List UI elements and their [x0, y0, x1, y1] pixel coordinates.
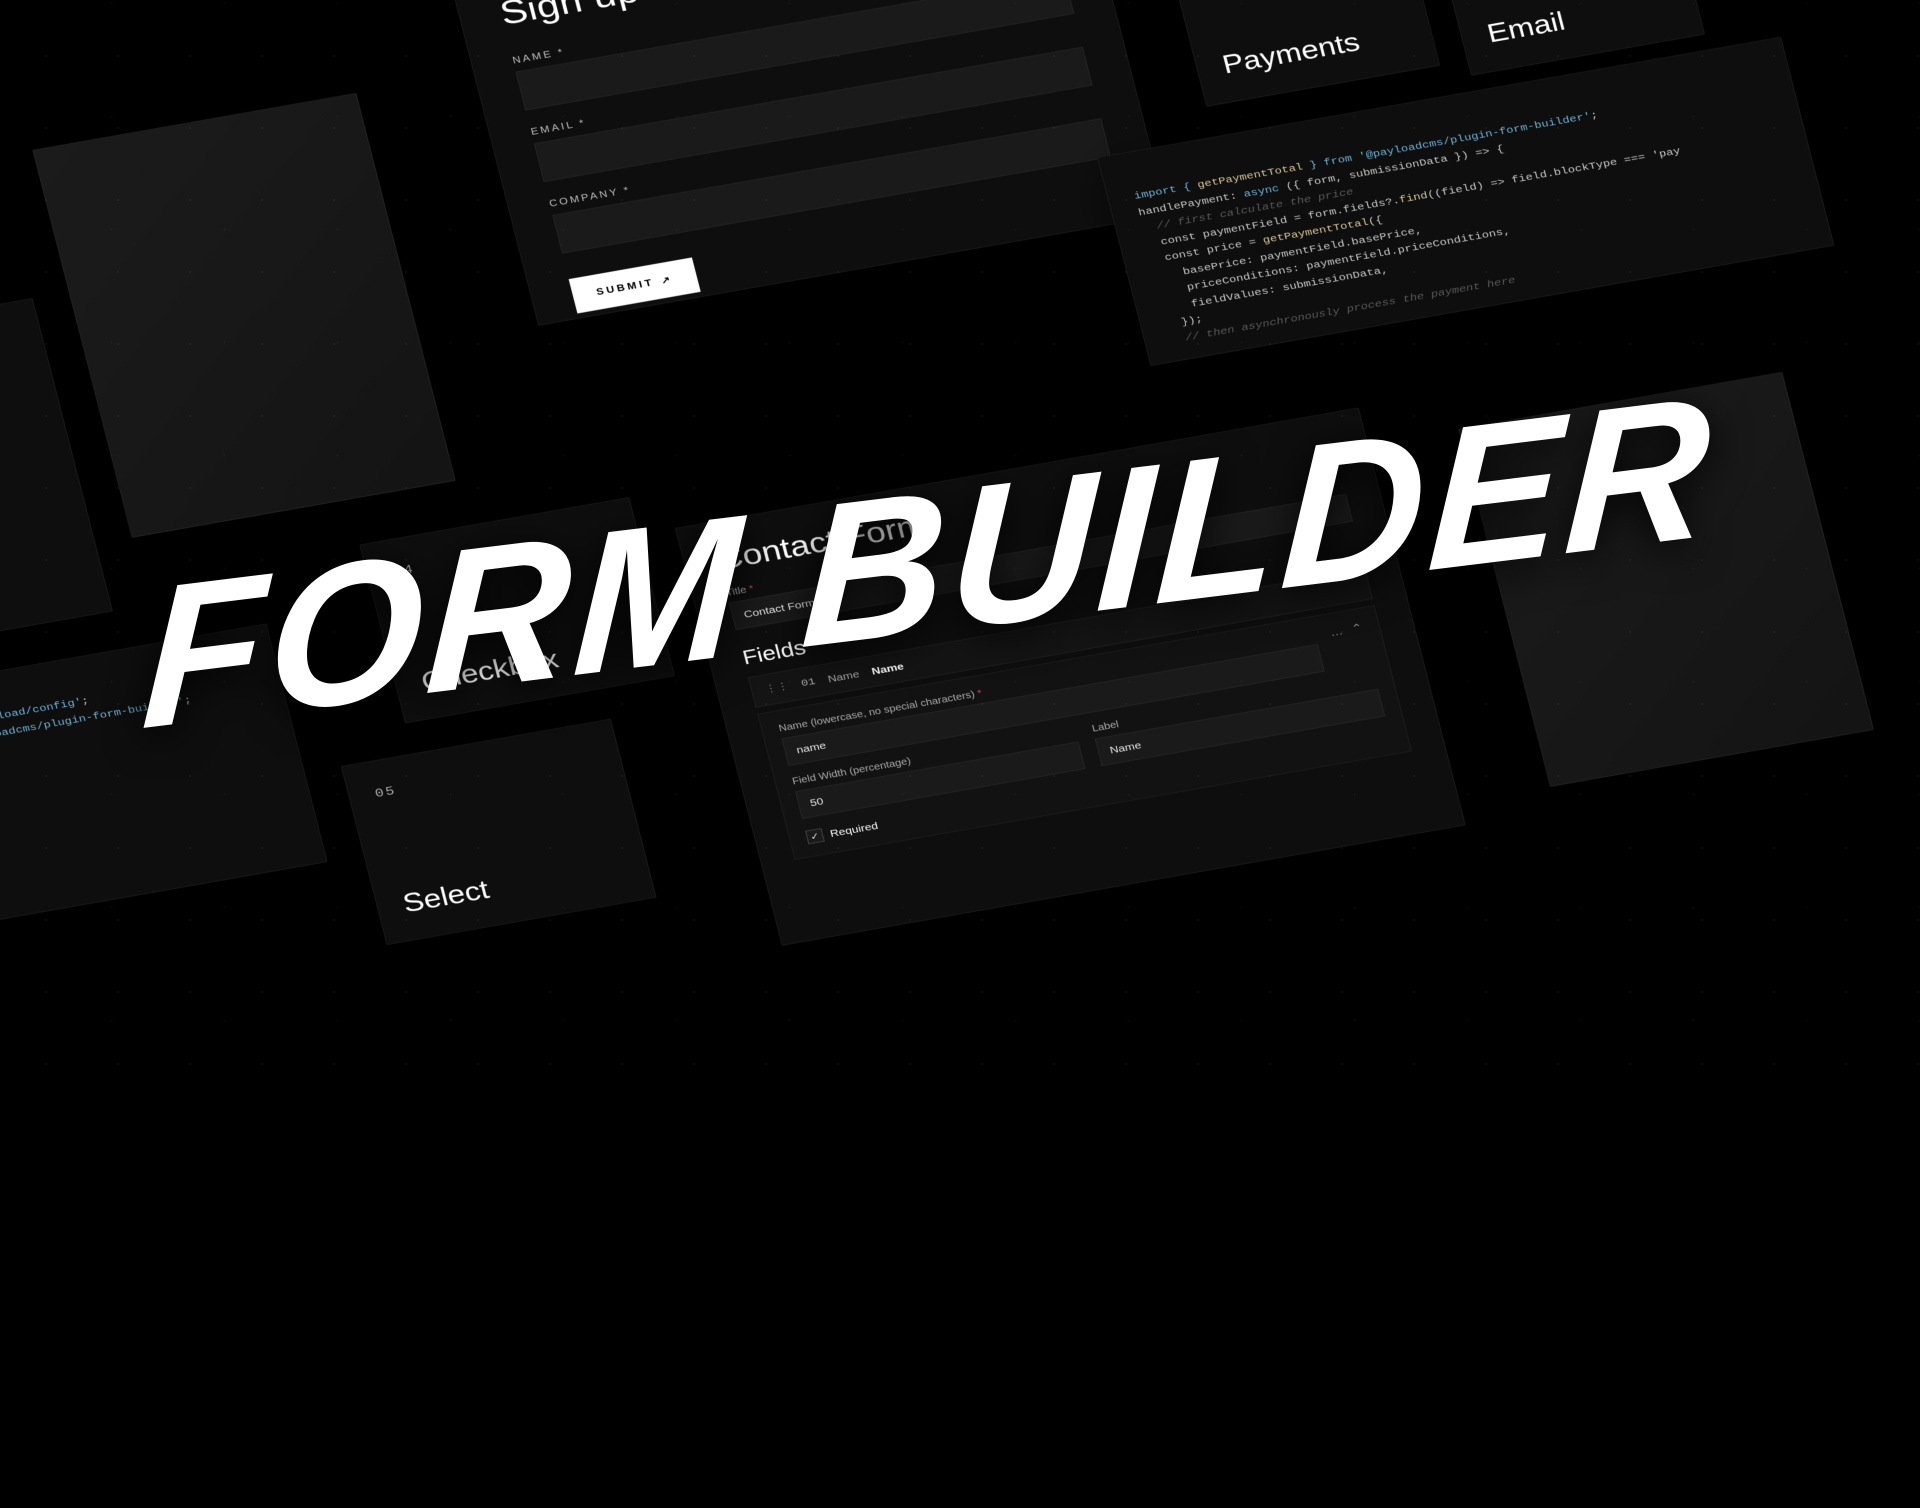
- arrow-top-right-icon: ↗: [660, 273, 674, 286]
- texture-panel-1: [32, 93, 455, 538]
- admin-required-label: Required: [829, 819, 879, 839]
- card-04-checkbox: 04 Checkbox: [359, 497, 675, 724]
- card-04-num: 04: [392, 528, 613, 580]
- card-05-num: 05: [374, 749, 595, 801]
- card-payments-title: Payments: [1219, 19, 1408, 80]
- newsletter-panel: Sign up for our newsletter NAME * EMAIL …: [448, 0, 1168, 326]
- newsletter-submit-button[interactable]: SUBMIT ↗: [569, 257, 701, 313]
- fields-item: ring: [0, 455, 50, 512]
- card-05-select: 05 Select: [341, 719, 657, 946]
- admin-row-key: Name: [826, 668, 860, 685]
- card-email-title: Email: [1484, 0, 1673, 49]
- row-collapse-icon[interactable]: ⌃: [1350, 621, 1364, 636]
- admin-contact-form-panel: Contact Form Title * Fields ⋮⋮ 01 Name N…: [675, 407, 1466, 945]
- admin-row-val: Name: [870, 660, 905, 677]
- isometric-stage: Fields e : string el : string ultValue :…: [0, 0, 1920, 1508]
- card-04-title: Checkbox: [418, 630, 643, 697]
- admin-row-index: 01: [800, 676, 817, 690]
- row-more-icon[interactable]: …: [1329, 624, 1345, 639]
- card-01: 01 Payments: [1164, 0, 1440, 107]
- drag-handle-icon[interactable]: ⋮⋮: [764, 680, 790, 695]
- card-05-title: Select: [400, 851, 625, 918]
- admin-required-checkbox[interactable]: [805, 828, 825, 844]
- texture-panel-2: [1458, 372, 1874, 787]
- code-config-panel: buildConfig } from 'payload/config'; orm…: [0, 623, 328, 944]
